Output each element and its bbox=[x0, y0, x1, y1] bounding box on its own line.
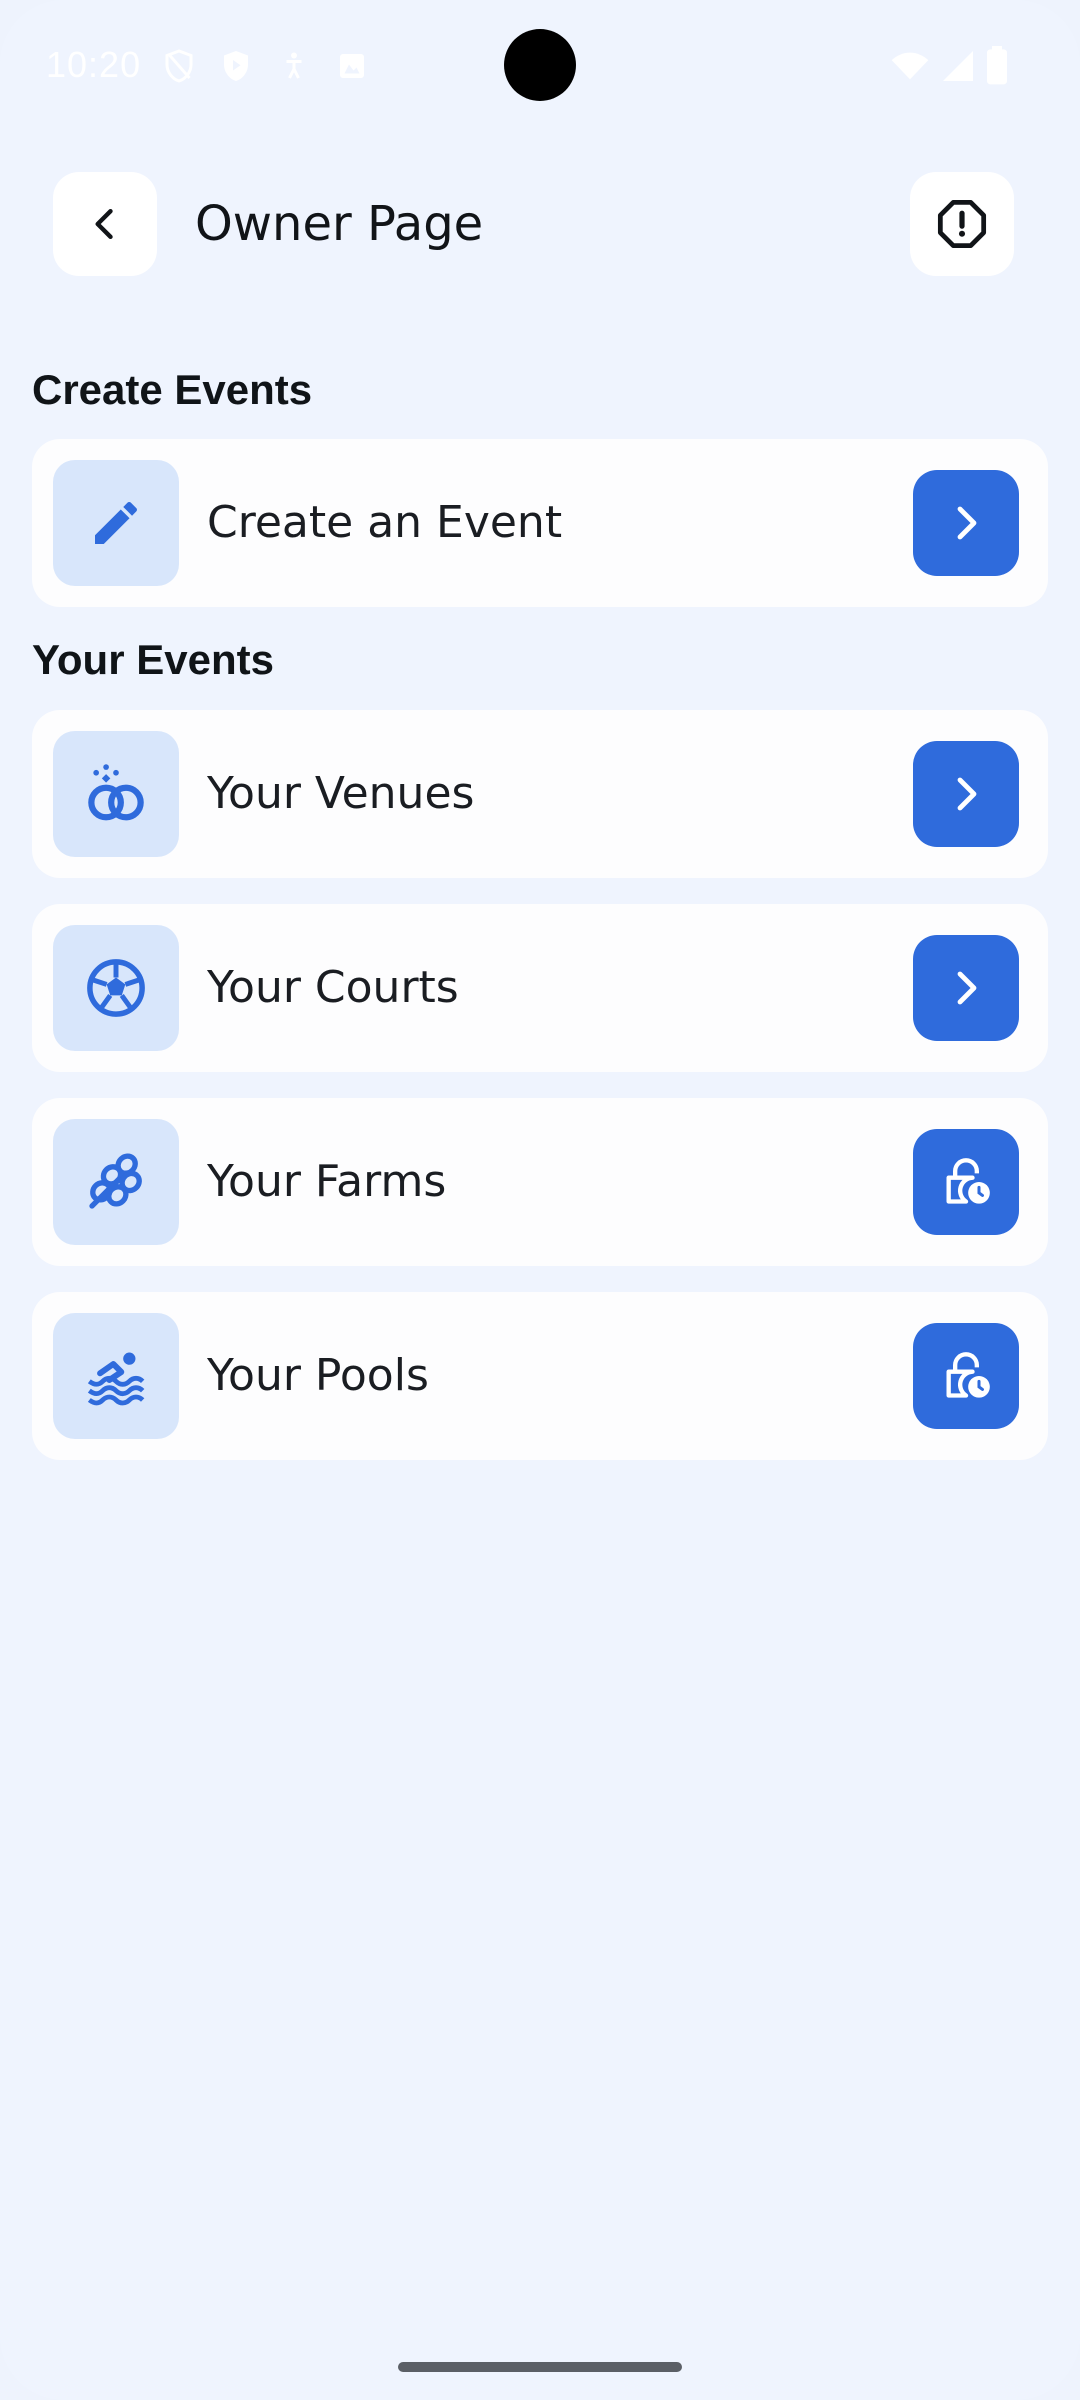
chevron-right-icon bbox=[957, 971, 977, 1005]
grain-icon bbox=[89, 1153, 142, 1209]
card-label: Your Courts bbox=[207, 962, 459, 1013]
chevron-left-icon bbox=[95, 208, 113, 240]
pencil-icon bbox=[95, 501, 137, 544]
section-title-create-events: Create Events bbox=[32, 366, 313, 413]
card-icon-box bbox=[53, 1313, 179, 1439]
status-bar: 10:20 bbox=[0, 0, 1080, 130]
soccer-ball-icon bbox=[87, 959, 145, 1017]
create-event-card[interactable]: Create an Event bbox=[32, 439, 1048, 607]
lock-clock-icon bbox=[946, 1352, 990, 1398]
your-courts-card[interactable]: Your Courts bbox=[32, 904, 1048, 1072]
card-label: Your Pools bbox=[207, 1350, 429, 1401]
shield-play-icon bbox=[224, 51, 248, 81]
status-time: 10:20 bbox=[46, 44, 142, 85]
lock-clock-icon bbox=[946, 1158, 990, 1204]
accessibility-icon bbox=[286, 52, 302, 79]
card-icon-box bbox=[53, 1119, 179, 1245]
card-icon-box bbox=[53, 925, 179, 1051]
card-label: Your Venues bbox=[207, 768, 475, 819]
chevron-right-icon bbox=[957, 777, 977, 811]
signal-icon bbox=[943, 51, 973, 81]
create-event-go-button[interactable] bbox=[913, 470, 1019, 576]
octagon-alert-icon bbox=[937, 199, 987, 249]
your-venues-card[interactable]: Your Venues bbox=[32, 710, 1048, 878]
camera-cutout bbox=[504, 29, 576, 101]
card-label: Create an Event bbox=[207, 497, 563, 548]
your-farms-card[interactable]: Your Farms bbox=[32, 1098, 1048, 1266]
wifi-icon bbox=[891, 52, 929, 80]
your-pools-locked-button[interactable] bbox=[913, 1323, 1019, 1429]
battery-icon bbox=[987, 46, 1007, 85]
image-icon bbox=[340, 54, 364, 78]
page-title: Owner Page bbox=[195, 196, 484, 252]
report-button[interactable] bbox=[910, 172, 1014, 276]
swimmer-icon bbox=[87, 1352, 145, 1406]
your-courts-go-button[interactable] bbox=[913, 935, 1019, 1041]
card-icon-box bbox=[53, 460, 179, 586]
section-title-your-events: Your Events bbox=[32, 636, 274, 683]
rings-icon bbox=[88, 764, 144, 821]
shield-outline-icon bbox=[165, 49, 193, 83]
back-button[interactable] bbox=[53, 172, 157, 276]
your-venues-go-button[interactable] bbox=[913, 741, 1019, 847]
chevron-right-icon bbox=[957, 506, 977, 540]
home-indicator[interactable] bbox=[398, 2362, 682, 2372]
your-pools-card[interactable]: Your Pools bbox=[32, 1292, 1048, 1460]
card-label: Your Farms bbox=[207, 1156, 447, 1207]
app-screen: 10:20 Owner Page Create Events Create an… bbox=[0, 0, 1080, 2400]
card-icon-box bbox=[53, 731, 179, 857]
your-farms-locked-button[interactable] bbox=[913, 1129, 1019, 1235]
